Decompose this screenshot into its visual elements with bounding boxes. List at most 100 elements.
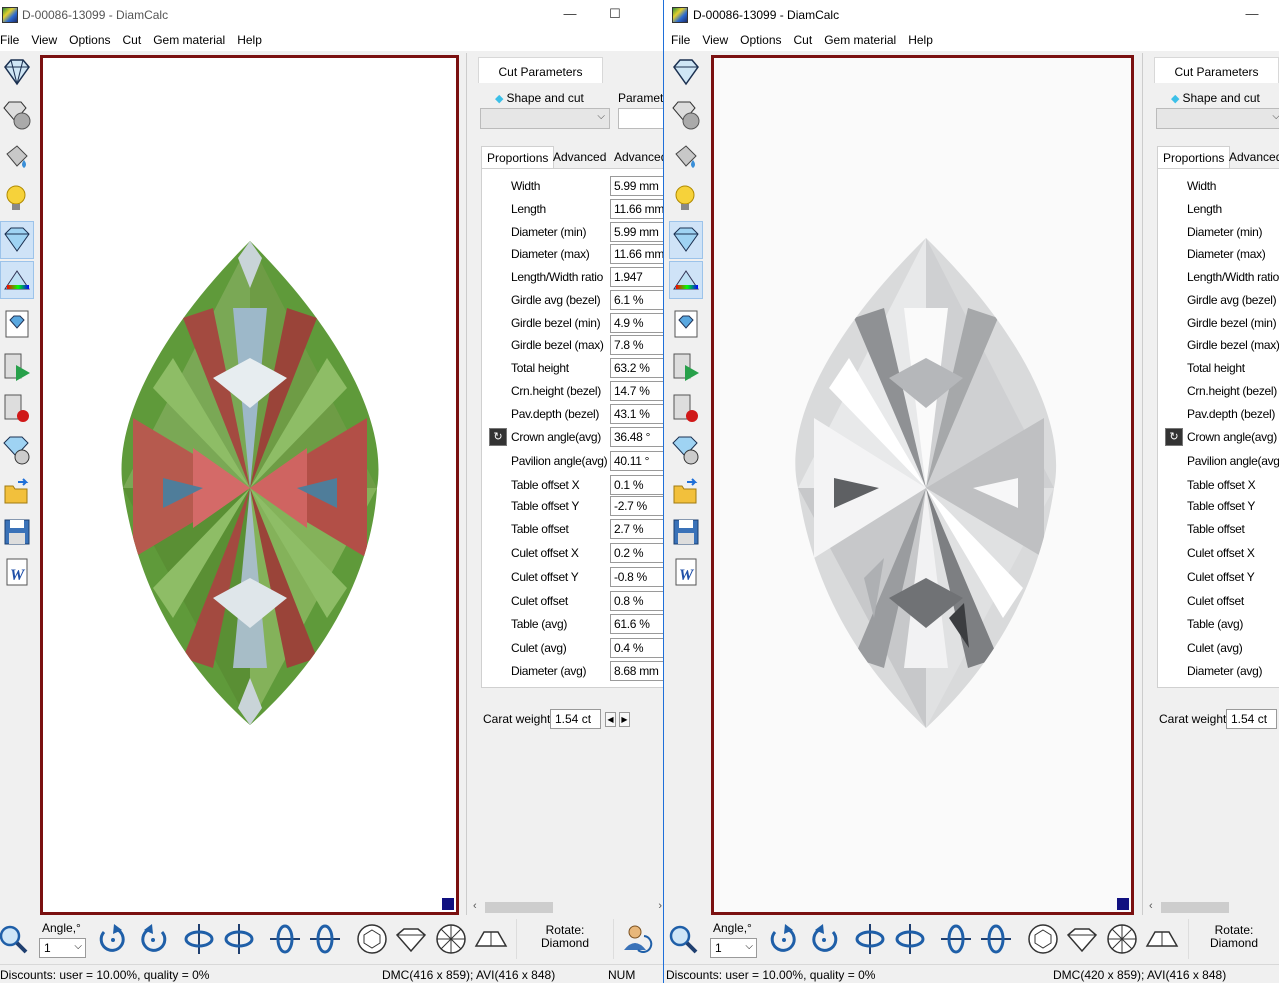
parameter-value-field[interactable]: 43.1 %	[610, 404, 663, 424]
menu-help[interactable]: Help	[231, 31, 268, 47]
parameter-value-field[interactable]: 1.947	[610, 267, 663, 287]
menu-gem-material[interactable]: Gem material	[147, 31, 231, 47]
menu-help[interactable]: Help	[902, 31, 939, 47]
minimize-button[interactable]: —	[560, 6, 580, 24]
diamond-wheel-tool[interactable]	[0, 431, 34, 469]
carat-decrease-button[interactable]: ◀	[605, 712, 616, 727]
panel-horizontal-scrollbar[interactable]: ‹ ›	[471, 899, 663, 915]
tab-cut-parameters[interactable]: Cut Parameters	[478, 57, 603, 83]
light-bulb-tool[interactable]	[669, 180, 703, 218]
diamond-sphere-tool[interactable]	[0, 96, 34, 134]
scroll-right-arrow-icon[interactable]: ›	[658, 900, 662, 912]
diamond-render-tool[interactable]	[0, 221, 34, 259]
zoom-magnifier-icon[interactable]	[0, 922, 30, 956]
angle-select[interactable]: 1 ⌵	[710, 938, 757, 958]
parameter-value-field[interactable]: 0.2 %	[610, 543, 663, 563]
report-tool[interactable]	[0, 305, 34, 343]
parameter-value-field[interactable]: 40.11 °	[610, 451, 663, 471]
bottom-view-icon[interactable]	[1105, 922, 1139, 956]
parameter-value-field[interactable]: 61.6 %	[610, 614, 663, 634]
word-export-tool[interactable]: W	[669, 553, 703, 591]
tab-advanced-2[interactable]: Advanced	[609, 146, 663, 168]
paint-bucket-tool[interactable]	[0, 137, 34, 175]
open-folder-tool[interactable]	[0, 473, 34, 511]
carat-weight-field[interactable]: 1.54 ct	[1226, 709, 1277, 729]
tab-proportions[interactable]: Proportions	[481, 146, 555, 168]
parameter-value-field[interactable]: 14.7 %	[610, 381, 663, 401]
save-tool[interactable]	[0, 513, 34, 551]
scroll-thumb[interactable]	[485, 902, 553, 913]
light-bulb-tool[interactable]	[0, 180, 34, 218]
tab-proportions[interactable]: Proportions	[1157, 146, 1231, 168]
flip-vertical-reverse-icon[interactable]	[308, 922, 342, 956]
angle-select[interactable]: 1 ⌵	[39, 938, 86, 958]
menu-options[interactable]: Options	[734, 31, 787, 47]
word-export-tool[interactable]: W	[0, 553, 34, 591]
video-play-tool[interactable]	[669, 348, 703, 386]
save-tool[interactable]	[669, 513, 703, 551]
shape-and-cut-select[interactable]: ⌵	[480, 108, 610, 129]
diamond-wheel-tool[interactable]	[669, 431, 703, 469]
flip-horizontal-reverse-icon[interactable]	[222, 922, 256, 956]
tab-advanced[interactable]: Advanced	[1224, 146, 1279, 168]
open-folder-tool[interactable]	[669, 473, 703, 511]
parameter-value-field[interactable]: -2.7 %	[610, 496, 663, 516]
parameter-value-field[interactable]: 2.7 %	[610, 519, 663, 539]
flip-horizontal-icon[interactable]	[182, 922, 216, 956]
parameter-value-field[interactable]: 11.66 mm	[610, 244, 663, 264]
flip-vertical-icon[interactable]	[939, 922, 973, 956]
carat-weight-field[interactable]: 1.54 ct	[550, 709, 601, 729]
shape-and-cut-select[interactable]: ⌵	[1156, 108, 1279, 129]
parameter-value-field[interactable]: 4.9 %	[610, 313, 663, 333]
report-tool[interactable]	[669, 305, 703, 343]
menu-options[interactable]: Options	[63, 31, 116, 47]
parameters-select[interactable]	[618, 108, 663, 129]
tab-cut-parameters[interactable]: Cut Parameters	[1154, 57, 1279, 83]
scroll-left-arrow-icon[interactable]: ‹	[1149, 900, 1153, 912]
bottom-view-icon[interactable]	[434, 922, 468, 956]
parameter-value-field[interactable]: 0.8 %	[610, 591, 663, 611]
diamond-3d-view[interactable]	[711, 55, 1134, 915]
flip-horizontal-reverse-icon[interactable]	[893, 922, 927, 956]
diamond-wireframe-tool[interactable]	[669, 53, 703, 91]
parameter-value-field[interactable]: 36.48 °	[610, 427, 663, 447]
lock-toggle-icon[interactable]: ↻	[1165, 428, 1183, 446]
parameter-value-field[interactable]: 8.68 mm	[610, 661, 663, 681]
panel-horizontal-scrollbar[interactable]: ‹	[1147, 899, 1279, 915]
crown-view-icon[interactable]	[474, 922, 508, 956]
video-record-tool[interactable]	[0, 389, 34, 427]
parameter-value-field[interactable]: 63.2 %	[610, 358, 663, 378]
rotate-mode[interactable]: Rotate: Diamond	[516, 919, 614, 959]
flip-horizontal-icon[interactable]	[853, 922, 887, 956]
flip-vertical-reverse-icon[interactable]	[979, 922, 1013, 956]
spectrum-tool[interactable]	[669, 261, 703, 299]
crown-view-icon[interactable]	[1145, 922, 1179, 956]
parameter-value-field[interactable]: 7.8 %	[610, 335, 663, 355]
side-view-icon[interactable]	[1065, 922, 1099, 956]
top-view-icon[interactable]	[1026, 922, 1060, 956]
diamond-sphere-tool[interactable]	[669, 96, 703, 134]
menu-view[interactable]: View	[696, 31, 734, 47]
spectrum-tool[interactable]	[0, 261, 34, 299]
menu-file[interactable]: File	[664, 31, 696, 47]
scroll-thumb[interactable]	[1161, 902, 1229, 913]
minimize-button[interactable]: —	[1242, 6, 1262, 24]
top-view-icon[interactable]	[355, 922, 389, 956]
parameter-value-field[interactable]: 5.99 mm	[610, 222, 663, 242]
parameter-value-field[interactable]: 6.1 %	[610, 290, 663, 310]
menu-gem-material[interactable]: Gem material	[818, 31, 902, 47]
zoom-magnifier-icon[interactable]	[666, 922, 700, 956]
flip-vertical-icon[interactable]	[268, 922, 302, 956]
parameter-value-field[interactable]: 11.66 mm	[610, 199, 663, 219]
rotate-ccw-icon[interactable]	[807, 922, 841, 956]
rotate-cw-icon[interactable]	[96, 922, 130, 956]
parameter-value-field[interactable]: 5.99 mm	[610, 176, 663, 196]
side-view-icon[interactable]	[394, 922, 428, 956]
menu-view[interactable]: View	[25, 31, 63, 47]
maximize-button[interactable]: ☐	[605, 6, 625, 24]
paint-bucket-tool[interactable]	[669, 137, 703, 175]
carat-increase-button[interactable]: ▶	[619, 712, 630, 727]
diamond-wireframe-tool[interactable]	[0, 53, 34, 91]
menu-file[interactable]: File	[0, 31, 25, 47]
menu-cut[interactable]: Cut	[788, 31, 819, 47]
